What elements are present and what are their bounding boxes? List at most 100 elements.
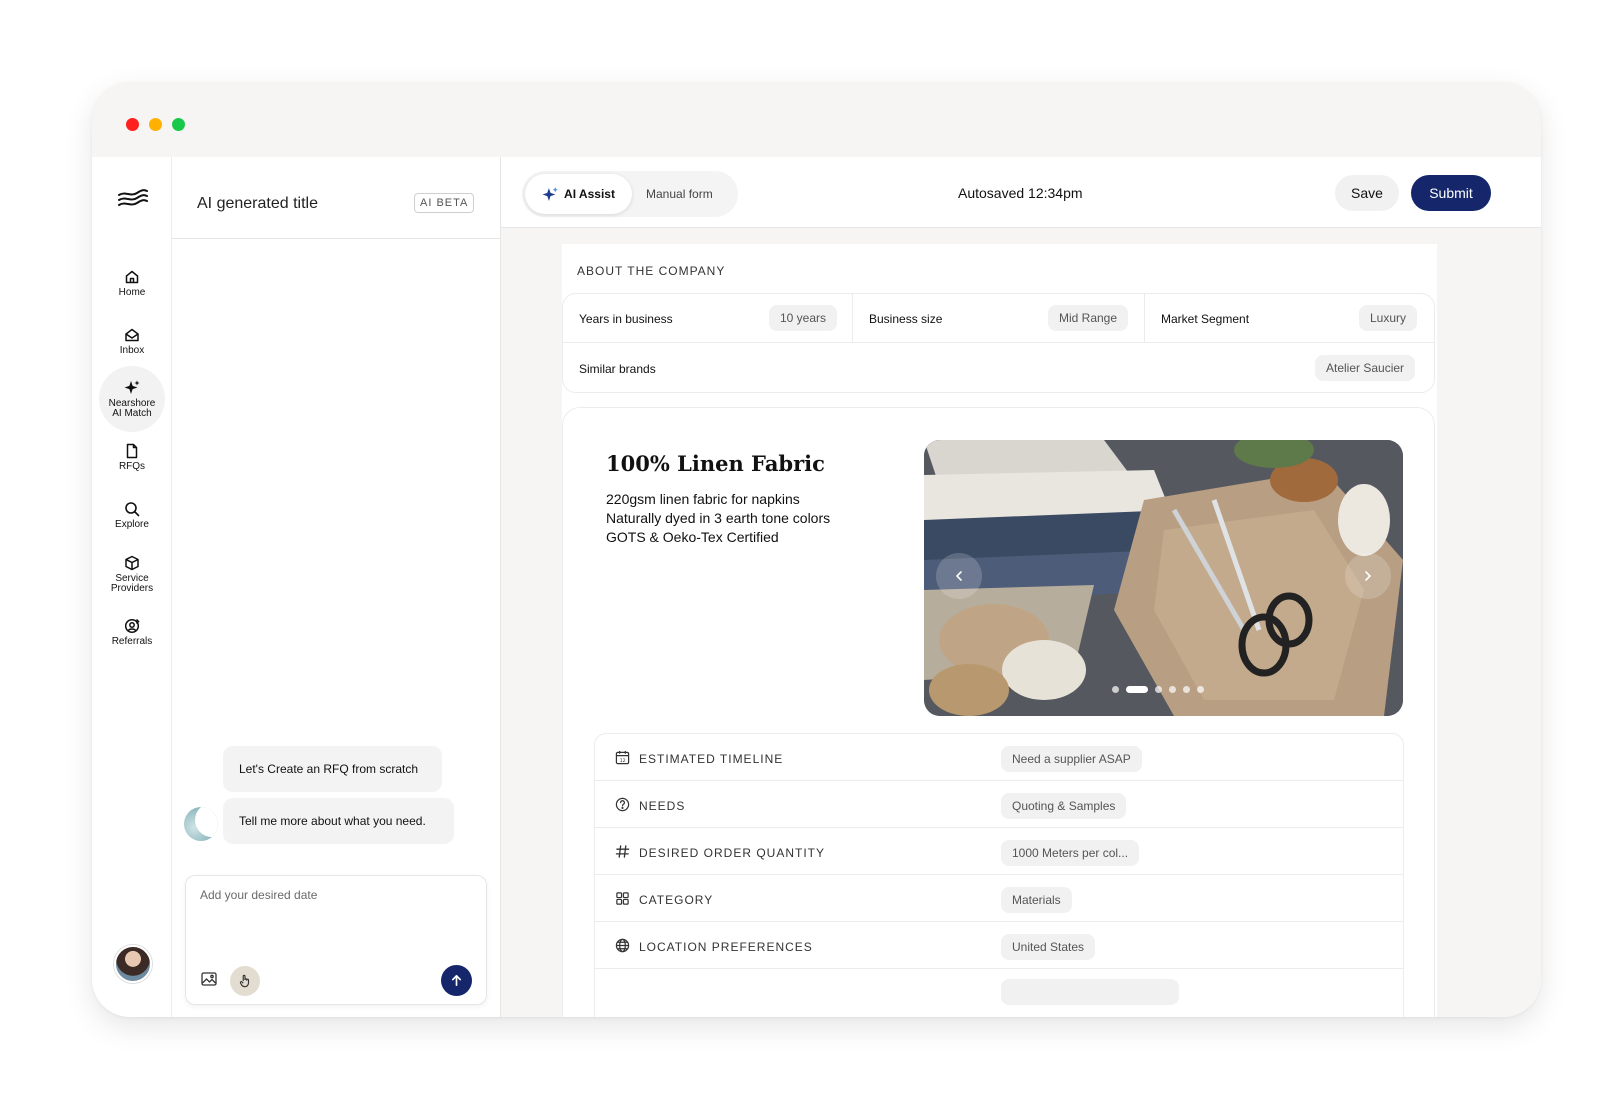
product-description-line: 220gsm linen fabric for napkins (606, 491, 800, 507)
carousel-dot[interactable] (1112, 686, 1119, 693)
nav-label: Referrals (111, 635, 153, 647)
years-chip[interactable]: 10 years (769, 305, 838, 331)
market-segment-chip[interactable]: Luxury (1359, 305, 1418, 331)
detail-row-needs: NEEDS Quoting & Samples (595, 781, 1403, 828)
chat-composer (185, 875, 487, 1005)
detail-value-chip[interactable]: Materials (1001, 887, 1072, 913)
market-segment-cell: Market Segment Luxury (1145, 294, 1436, 343)
nav-item-explore[interactable]: Explore (100, 486, 164, 544)
fabric-photo (924, 440, 1403, 716)
globe-icon (615, 938, 630, 953)
rfq-content: ABOUT THE COMPANY Years in business 10 y… (562, 244, 1437, 1017)
save-button[interactable]: Save (1335, 175, 1399, 211)
calendar-icon: 12 (615, 750, 630, 765)
nav-item-home[interactable]: Home (100, 254, 164, 312)
search-icon (125, 501, 140, 516)
autosave-status: Autosaved 12:34pm (958, 185, 1083, 201)
field-label: Similar brands (579, 362, 656, 376)
detail-label: LOCATION PREFERENCES (639, 940, 813, 954)
carousel-dot[interactable] (1183, 686, 1190, 693)
grid-icon (616, 892, 629, 905)
gesture-button[interactable] (230, 966, 260, 996)
image-upload-icon[interactable] (201, 972, 217, 986)
arrow-up-icon (451, 975, 462, 986)
nav-item-inbox[interactable]: Inbox (100, 312, 164, 370)
mode-toggle: AI Assist Manual form (522, 171, 738, 217)
chat-input[interactable] (200, 888, 470, 902)
carousel-next-button[interactable] (1345, 553, 1391, 599)
referral-icon (124, 618, 140, 633)
detail-value-chip[interactable]: Need a supplier ASAP (1001, 746, 1142, 772)
svg-text:12: 12 (620, 758, 626, 764)
detail-value-chip[interactable]: 1000 Meters per col... (1001, 840, 1140, 866)
detail-label: CATEGORY (639, 893, 714, 907)
carousel-dot-active[interactable] (1126, 686, 1148, 693)
company-info-row: Years in business 10 years Business size… (563, 294, 1434, 343)
tab-manual-form[interactable]: Manual form (646, 174, 713, 214)
carousel-prev-button[interactable] (936, 553, 982, 599)
hand-pointer-icon (239, 974, 250, 988)
cube-icon (125, 555, 139, 570)
detail-row-estimated-timeline: 12 ESTIMATED TIMELINE Need a supplier AS… (595, 734, 1403, 781)
nav-label: Inbox (119, 344, 145, 356)
tab-label: AI Assist (564, 187, 615, 201)
send-button[interactable] (441, 965, 472, 996)
detail-row-more (595, 969, 1403, 1016)
submit-button[interactable]: Submit (1411, 175, 1491, 211)
section-title: ABOUT THE COMPANY (577, 264, 726, 278)
minimize-window-button[interactable] (149, 118, 162, 131)
nav-item-service-providers[interactable]: Service Providers (100, 545, 164, 603)
product-card: 100% Linen Fabric 220gsm linen fabric fo… (562, 407, 1435, 1017)
detail-value-chip[interactable]: Quoting & Samples (1001, 793, 1127, 819)
similar-brands-chip[interactable]: Atelier Saucier (1315, 355, 1416, 381)
product-title: 100% Linen Fabric (606, 451, 825, 476)
company-info-card: Years in business 10 years Business size… (562, 293, 1435, 393)
chat-message: Tell me more about what you need. (223, 798, 454, 844)
chat-title: AI generated title (197, 195, 318, 212)
window-titlebar (92, 82, 1541, 157)
detail-row-category: CATEGORY Materials (595, 875, 1403, 922)
sparkle-icon (124, 380, 140, 394)
nav-label: Home (118, 286, 146, 298)
ai-beta-badge: AI BETA (414, 193, 475, 213)
carousel-dot[interactable] (1197, 686, 1204, 693)
field-label: Market Segment (1161, 312, 1250, 326)
close-window-button[interactable] (126, 118, 139, 131)
nav-label: Explore (115, 518, 149, 530)
chat-message: Let's Create an RFQ from scratch (223, 746, 442, 792)
app-window: Home Inbox Nearshore AI Match RFQs Explo… (92, 82, 1541, 1017)
detail-label: NEEDS (639, 799, 686, 813)
detail-value-chip[interactable]: United States (1001, 934, 1096, 960)
assistant-avatar (184, 807, 218, 841)
logo-icon[interactable] (117, 187, 149, 209)
main-area: AI Assist Manual form Autosaved 12:34pm … (501, 157, 1541, 1017)
product-image-carousel[interactable] (924, 440, 1403, 716)
nav-item-referrals[interactable]: Referrals (100, 603, 164, 661)
carousel-dot[interactable] (1169, 686, 1176, 693)
product-description-line: Naturally dyed in 3 earth tone colors (606, 510, 831, 526)
home-icon (125, 270, 139, 283)
hash-icon (615, 845, 630, 858)
tab-ai-assist[interactable]: AI Assist (525, 174, 632, 214)
detail-value-chip-partial[interactable] (1001, 979, 1179, 1005)
form-toolbar: AI Assist Manual form Autosaved 12:34pm … (501, 157, 1541, 228)
years-in-business-cell: Years in business 10 years (563, 294, 853, 343)
nav-item-nearshore-ai-match[interactable]: Nearshore AI Match (99, 366, 165, 432)
carousel-dot[interactable] (1155, 686, 1162, 693)
chevron-right-icon (1365, 571, 1372, 581)
document-icon (126, 443, 138, 458)
carousel-pager (1112, 686, 1204, 693)
nav-item-rfqs[interactable]: RFQs (100, 428, 164, 486)
inbox-icon (125, 328, 139, 341)
business-size-chip[interactable]: Mid Range (1048, 305, 1129, 331)
rfq-details-table: 12 ESTIMATED TIMELINE Need a supplier AS… (594, 733, 1404, 1017)
maximize-window-button[interactable] (172, 118, 185, 131)
question-circle-icon (615, 797, 630, 812)
user-avatar[interactable] (114, 945, 152, 983)
left-nav: Home Inbox Nearshore AI Match RFQs Explo… (92, 157, 172, 1017)
chat-header: AI generated title AI BETA (172, 157, 500, 239)
nav-label: RFQs (118, 460, 146, 472)
chat-panel: AI generated title AI BETA Let's Create … (172, 157, 501, 1017)
sparkle-icon (542, 186, 558, 201)
nav-label: Service Providers (110, 572, 154, 594)
